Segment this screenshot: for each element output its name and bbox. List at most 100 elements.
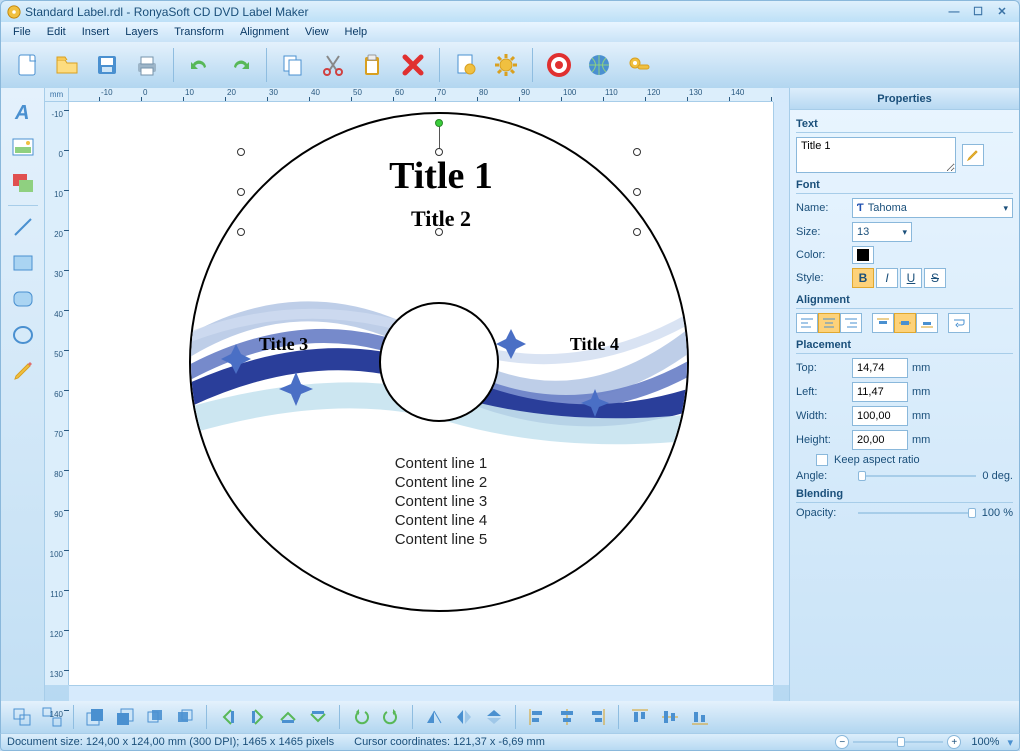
text-tool[interactable]: A bbox=[7, 96, 39, 128]
menu-layers[interactable]: Layers bbox=[117, 24, 166, 40]
flip-h-button[interactable] bbox=[451, 704, 477, 730]
disc-content[interactable]: Content line 1 Content line 2 Content li… bbox=[291, 454, 591, 549]
canvas[interactable]: Title 1 Title 2 Title 3 Title 4 Content … bbox=[69, 102, 773, 685]
selection-handle[interactable] bbox=[435, 228, 443, 236]
register-button[interactable] bbox=[621, 47, 657, 83]
zoom-slider[interactable] bbox=[853, 741, 943, 743]
width-input[interactable] bbox=[852, 406, 908, 426]
web-button[interactable] bbox=[581, 47, 617, 83]
zoom-out-button[interactable]: − bbox=[835, 735, 849, 749]
move-left-button[interactable] bbox=[215, 704, 241, 730]
font-color-picker[interactable] bbox=[852, 246, 874, 264]
disc-title-4[interactable]: Title 4 bbox=[570, 334, 619, 355]
align-left-button[interactable] bbox=[796, 313, 818, 333]
disc-title-1[interactable]: Title 1 bbox=[281, 154, 601, 198]
underline-button[interactable]: U bbox=[900, 268, 922, 288]
disc-label[interactable]: Title 1 Title 2 Title 3 Title 4 Content … bbox=[189, 112, 689, 612]
bold-button[interactable]: B bbox=[852, 268, 874, 288]
copy-button[interactable] bbox=[275, 47, 311, 83]
image-tool[interactable] bbox=[7, 132, 39, 164]
menu-edit[interactable]: Edit bbox=[39, 24, 74, 40]
delete-button[interactable] bbox=[395, 47, 431, 83]
open-button[interactable] bbox=[49, 47, 85, 83]
align-left-edge-button[interactable] bbox=[524, 704, 550, 730]
ellipse-tool[interactable] bbox=[7, 319, 39, 351]
menu-file[interactable]: File bbox=[5, 24, 39, 40]
horizontal-scrollbar[interactable] bbox=[69, 685, 773, 701]
valign-top-button[interactable] bbox=[872, 313, 894, 333]
flip-h-skew-button[interactable] bbox=[421, 704, 447, 730]
top-input[interactable] bbox=[852, 358, 908, 378]
font-name-combo[interactable]: ƬTahoma▾ bbox=[852, 198, 1013, 218]
cut-button[interactable] bbox=[315, 47, 351, 83]
rotation-handle[interactable] bbox=[435, 119, 443, 127]
selection-handle[interactable] bbox=[237, 188, 245, 196]
selection-handle[interactable] bbox=[237, 228, 245, 236]
minimize-button[interactable]: — bbox=[943, 4, 965, 20]
strike-button[interactable]: S bbox=[924, 268, 946, 288]
text-value-input[interactable] bbox=[796, 137, 956, 173]
zoom-dropdown-icon[interactable]: ▾ bbox=[1007, 736, 1013, 749]
close-button[interactable]: ✕ bbox=[991, 4, 1013, 20]
vertical-ruler[interactable]: -100102030405060708090100110120130140 bbox=[45, 102, 69, 685]
zoom-in-button[interactable]: + bbox=[947, 735, 961, 749]
send-back-button[interactable] bbox=[112, 704, 138, 730]
undo-button[interactable] bbox=[182, 47, 218, 83]
opacity-slider[interactable] bbox=[858, 512, 976, 514]
print-button[interactable] bbox=[129, 47, 165, 83]
help-button[interactable] bbox=[541, 47, 577, 83]
italic-button[interactable]: I bbox=[876, 268, 898, 288]
valign-bottom-button[interactable] bbox=[916, 313, 938, 333]
menu-help[interactable]: Help bbox=[337, 24, 376, 40]
move-right-button[interactable] bbox=[245, 704, 271, 730]
rotate-left-button[interactable] bbox=[348, 704, 374, 730]
group-button[interactable] bbox=[9, 704, 35, 730]
horizontal-ruler[interactable]: -100102030405060708090100110120130140150 bbox=[69, 88, 773, 102]
flip-v-button[interactable] bbox=[481, 704, 507, 730]
left-input[interactable] bbox=[852, 382, 908, 402]
rectangle-tool[interactable] bbox=[7, 247, 39, 279]
text-wrap-button[interactable] bbox=[948, 313, 970, 333]
send-backward-button[interactable] bbox=[172, 704, 198, 730]
new-button[interactable] bbox=[9, 47, 45, 83]
align-top-edge-button[interactable] bbox=[627, 704, 653, 730]
maximize-button[interactable]: ☐ bbox=[967, 4, 989, 20]
align-right-button[interactable] bbox=[840, 313, 862, 333]
clipart-tool[interactable] bbox=[7, 168, 39, 200]
bring-forward-button[interactable] bbox=[142, 704, 168, 730]
vertical-scrollbar[interactable] bbox=[773, 102, 789, 685]
rotate-right-button[interactable] bbox=[378, 704, 404, 730]
settings-button[interactable] bbox=[488, 47, 524, 83]
selection-handle[interactable] bbox=[435, 148, 443, 156]
align-right-edge-button[interactable] bbox=[584, 704, 610, 730]
height-input[interactable] bbox=[852, 430, 908, 450]
paste-button[interactable] bbox=[355, 47, 391, 83]
align-center-v-button[interactable] bbox=[657, 704, 683, 730]
valign-middle-button[interactable] bbox=[894, 313, 916, 333]
selection-handle[interactable] bbox=[633, 228, 641, 236]
font-size-combo[interactable]: 13▾ bbox=[852, 222, 912, 242]
move-down-button[interactable] bbox=[305, 704, 331, 730]
bring-front-button[interactable] bbox=[82, 704, 108, 730]
menu-insert[interactable]: Insert bbox=[74, 24, 118, 40]
keep-aspect-checkbox[interactable] bbox=[816, 454, 828, 466]
pencil-tool[interactable] bbox=[7, 355, 39, 387]
selection-handle[interactable] bbox=[633, 148, 641, 156]
align-center-h-button[interactable] bbox=[554, 704, 580, 730]
selection-handle[interactable] bbox=[633, 188, 641, 196]
redo-button[interactable] bbox=[222, 47, 258, 83]
page-setup-button[interactable] bbox=[448, 47, 484, 83]
menu-alignment[interactable]: Alignment bbox=[232, 24, 297, 40]
line-tool[interactable] bbox=[7, 211, 39, 243]
align-bottom-edge-button[interactable] bbox=[687, 704, 713, 730]
menu-view[interactable]: View bbox=[297, 24, 337, 40]
edit-text-button[interactable] bbox=[962, 144, 984, 166]
selection-handle[interactable] bbox=[237, 148, 245, 156]
move-up-button[interactable] bbox=[275, 704, 301, 730]
align-center-button[interactable] bbox=[818, 313, 840, 333]
disc-title-3[interactable]: Title 3 bbox=[259, 334, 308, 355]
angle-slider[interactable] bbox=[858, 475, 976, 477]
round-rect-tool[interactable] bbox=[7, 283, 39, 315]
save-button[interactable] bbox=[89, 47, 125, 83]
menu-transform[interactable]: Transform bbox=[166, 24, 232, 40]
